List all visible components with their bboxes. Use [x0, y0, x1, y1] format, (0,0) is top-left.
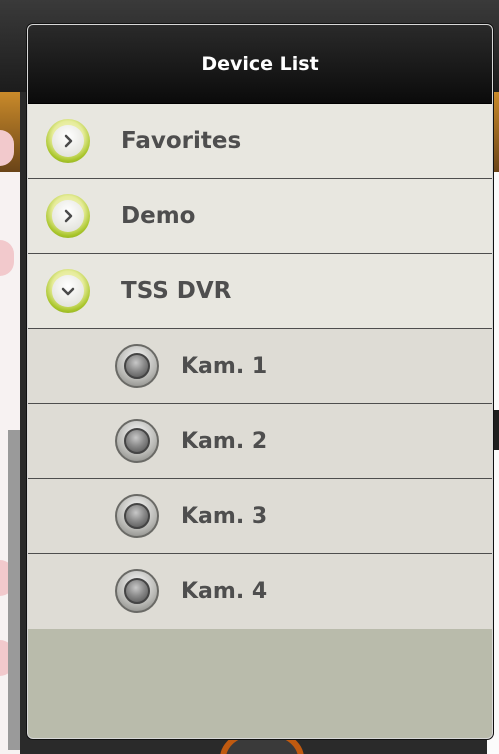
- dialog-header: Device List: [28, 25, 492, 104]
- group-row-demo[interactable]: Demo: [28, 179, 492, 254]
- chevron-right-icon[interactable]: [46, 194, 90, 238]
- camera-icon: [115, 569, 159, 613]
- group-label: TSS DVR: [121, 278, 232, 304]
- group-label: Demo: [121, 203, 196, 229]
- dialog-title: Device List: [201, 53, 319, 75]
- camera-label: Kam. 3: [181, 503, 268, 529]
- camera-icon: [115, 344, 159, 388]
- device-list-dialog: Device List Favorites Demo TSS DVR Kam. …: [27, 24, 493, 739]
- device-tree-list: Favorites Demo TSS DVR Kam. 1 Kam. 2 Kam…: [28, 104, 492, 629]
- chevron-down-icon[interactable]: [46, 269, 90, 313]
- chevron-right-icon[interactable]: [46, 119, 90, 163]
- group-row-tss-dvr[interactable]: TSS DVR: [28, 254, 492, 329]
- camera-label: Kam. 1: [181, 353, 268, 379]
- camera-label: Kam. 2: [181, 428, 268, 454]
- group-label: Favorites: [121, 128, 242, 154]
- camera-icon: [115, 419, 159, 463]
- camera-label: Kam. 4: [181, 579, 268, 604]
- background-app-sidebar: [8, 430, 20, 750]
- camera-icon: [115, 494, 159, 538]
- group-row-favorites[interactable]: Favorites: [28, 104, 492, 179]
- camera-row-kam-4[interactable]: Kam. 4: [28, 554, 492, 629]
- camera-row-kam-2[interactable]: Kam. 2: [28, 404, 492, 479]
- camera-row-kam-3[interactable]: Kam. 3: [28, 479, 492, 554]
- camera-row-kam-1[interactable]: Kam. 1: [28, 329, 492, 404]
